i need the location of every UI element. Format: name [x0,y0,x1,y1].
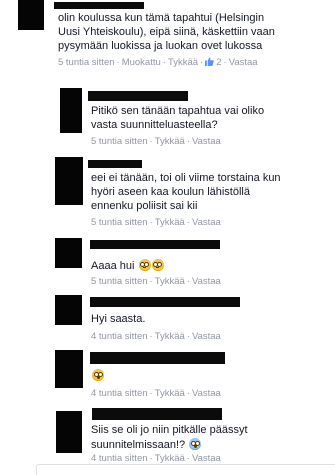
flushed-face-emoji-icon [138,259,151,271]
like-link[interactable]: Tykkää [155,331,185,342]
reply-link[interactable]: Vastaa [229,57,258,68]
comment-meta: 5 tuntia sitten · Tykkää · Vastaa [91,217,221,228]
comment-emoji-line [91,369,104,383]
timestamp[interactable]: 4 tuntia sitten [91,453,148,464]
like-link[interactable]: Tykkää [155,388,185,399]
like-link[interactable]: Tykkää [155,276,185,287]
author-name-redacted[interactable] [90,240,220,249]
like-link[interactable]: Tykkää [155,453,185,464]
like-link[interactable]: Tykkää [168,57,198,68]
comment-text-line: Pitikö sen tänään tapahtua vai oliko [91,105,265,117]
thumbs-up-icon [205,57,214,66]
reply-link[interactable]: Vastaa [192,331,221,342]
like-link[interactable]: Tykkää [155,217,185,228]
author-name-redacted[interactable] [88,91,188,101]
timestamp[interactable]: 5 tuntia sitten [91,136,148,147]
author-name-redacted[interactable] [54,2,144,9]
avatar[interactable] [55,157,83,205]
author-name-redacted[interactable] [88,160,142,168]
comment-text-line: Siis se oli jo niin pitkälle päässyt [91,424,248,436]
screaming-face-emoji-icon [189,438,202,450]
timestamp[interactable]: 4 tuntia sitten [91,331,148,342]
like-link[interactable]: Tykkää [155,136,185,147]
reply-input-box[interactable] [36,464,335,475]
reply-link[interactable]: Vastaa [192,136,221,147]
author-name-redacted[interactable] [90,297,240,307]
edited-label[interactable]: Muokattu [122,57,161,68]
comment-text: suunnitelmissaan!? [91,439,186,451]
timestamp[interactable]: 5 tuntia sitten [91,217,148,228]
timestamp[interactable]: 5 tuntia sitten [58,57,115,68]
comment-meta: 5 tuntia sitten · Muokattu · Tykkää · 2 · Vastaa [58,57,258,68]
comment-text-line: eei ei tänään, toi oli viime torstaina k… [91,172,281,184]
avatar[interactable] [18,0,44,30]
reply-link[interactable]: Vastaa [192,276,221,287]
comment-meta: 4 tuntia sitten · Tykkää · Vastaa [91,331,221,342]
avatar[interactable] [55,295,82,325]
comment-meta: 5 tuntia sitten · Tykkää · Vastaa [91,136,221,147]
comment-text-line: Aaaa hui [91,259,164,273]
comment-text-line: suunnitelmissaan!? [91,438,202,452]
comment-text: Aaaa hui [91,260,135,272]
comment-text-line: olin koulussa kun tämä tapahtui (Helsing… [58,12,265,24]
comment-text-line: hyöri aseen kaa koulun lähistöllä [91,186,250,198]
timestamp[interactable]: 4 tuntia sitten [91,388,148,399]
comment-text-line: pysymään luokissa ja luokan ovet lukossa [58,40,263,52]
comment-meta: 4 tuntia sitten · Tykkää · Vastaa [91,388,221,399]
comment-text-line: ennenku poliisit sai kii [91,200,198,212]
comment-meta: 5 tuntia sitten · Tykkää · Vastaa [91,276,221,287]
astonished-face-emoji-icon [92,369,104,381]
avatar[interactable] [55,350,83,388]
reply-link[interactable]: Vastaa [192,388,221,399]
avatar[interactable] [55,238,82,268]
reply-link[interactable]: Vastaa [192,453,221,464]
author-name-redacted[interactable] [92,408,222,420]
like-count: 2 [216,57,222,68]
avatar[interactable] [60,88,82,133]
avatar[interactable] [56,411,82,453]
author-name-redacted[interactable] [90,352,225,364]
timestamp[interactable]: 5 tuntia sitten [91,276,148,287]
comment-text-line: Hyi saasta. [91,313,146,325]
comment-text-line: vasta suunnitteluasteella? [91,119,218,131]
comment-text-line: Uusi Yhteiskoulu), eipä siinä, käskettii… [58,26,275,38]
reply-link[interactable]: Vastaa [192,217,221,228]
flushed-face-emoji-icon [151,259,164,271]
